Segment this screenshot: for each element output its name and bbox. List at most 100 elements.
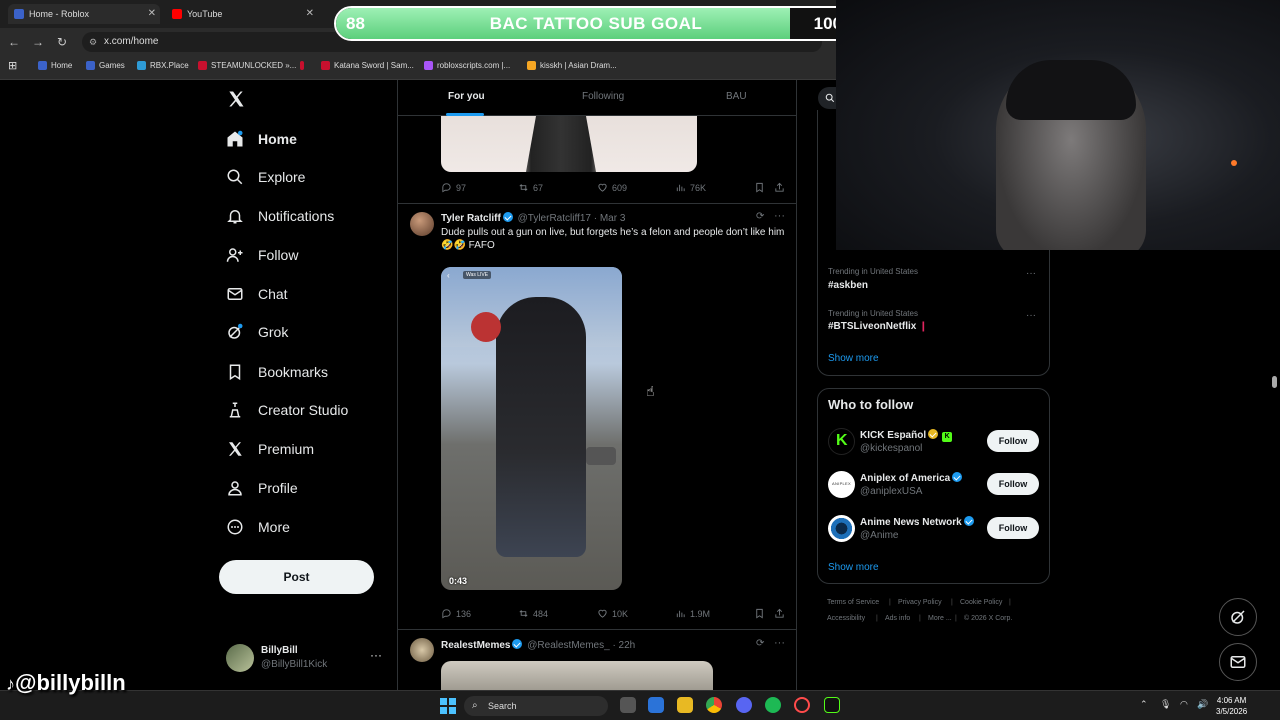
nav-explore[interactable]: Explore	[226, 165, 305, 189]
tab-following[interactable]: Following	[582, 91, 624, 102]
nav-home[interactable]: Home	[226, 127, 297, 151]
nav-follow[interactable]: Follow	[226, 243, 298, 267]
views-button[interactable]: 1.9M	[675, 608, 710, 619]
follow-button[interactable]: Follow	[987, 430, 1039, 452]
author-name[interactable]: RealestMemes	[441, 640, 510, 651]
chevron-up-icon[interactable]: ⌃	[1140, 699, 1148, 710]
reload-icon[interactable]: ↻	[53, 33, 71, 51]
grok-icon[interactable]: ⟳	[756, 638, 764, 649]
footer-terms-link[interactable]: Terms of Service	[827, 599, 879, 606]
suggestion-name[interactable]: KICK Español K	[860, 429, 953, 442]
share-button[interactable]	[774, 608, 785, 619]
repost-button[interactable]: 484	[518, 608, 548, 619]
volume-icon[interactable]: 🔊	[1197, 699, 1208, 710]
taskbar-search[interactable]: ⌕ Search	[464, 696, 608, 716]
opera-icon[interactable]	[794, 697, 810, 713]
show-more-follow-link[interactable]: Show more	[828, 562, 879, 573]
nav-premium[interactable]: Premium	[226, 437, 314, 461]
nav-creator-studio[interactable]: Creator Studio	[226, 398, 348, 422]
reply-button[interactable]: 136	[441, 608, 471, 619]
tab-for-you[interactable]: For you	[448, 91, 485, 102]
footer-accessibility-link[interactable]: Accessibility	[827, 615, 865, 622]
windows-start-icon[interactable]	[440, 698, 456, 714]
footer-cookie-link[interactable]: Cookie Policy	[960, 599, 1002, 606]
more-dots-icon[interactable]: ···	[774, 637, 785, 649]
app-icon[interactable]	[824, 697, 840, 713]
app-icon[interactable]	[648, 697, 664, 713]
repost-button[interactable]: 67	[518, 182, 543, 193]
nav-grok[interactable]: Grok	[226, 320, 288, 344]
tweet-video[interactable]: ‹ Was LIVE 0:43	[441, 267, 622, 590]
like-button[interactable]: 10K	[597, 608, 628, 619]
close-icon[interactable]: ✕	[306, 8, 314, 19]
file-explorer-icon[interactable]	[677, 697, 693, 713]
share-button[interactable]	[774, 182, 785, 193]
bookmark-spacer[interactable]	[300, 61, 304, 70]
author-handle[interactable]: @TylerRatcliff17	[518, 213, 591, 224]
follow-button[interactable]: Follow	[987, 517, 1039, 539]
bookmark-steamunlocked[interactable]: STEAMUNLOCKED »...	[198, 61, 296, 70]
search-field[interactable]	[818, 87, 838, 109]
more-dots-icon[interactable]: ···	[1026, 268, 1036, 279]
bookmark-button[interactable]	[754, 608, 765, 619]
task-view-icon[interactable]	[620, 697, 636, 713]
nav-profile[interactable]: Profile	[226, 476, 298, 500]
wifi-icon[interactable]: ◠	[1180, 699, 1188, 710]
microphone-icon[interactable]: 🎙	[1160, 699, 1171, 710]
trend-name[interactable]: #askben	[828, 280, 868, 291]
discord-icon[interactable]	[736, 697, 752, 713]
bookmark-games[interactable]: Games	[86, 61, 125, 70]
suggestion-name[interactable]: Aniplex of America	[860, 472, 964, 484]
nav-notifications[interactable]: Notifications	[226, 204, 334, 228]
site-info-icon[interactable]: ⚙	[89, 32, 97, 52]
views-button[interactable]: 76K	[675, 182, 706, 193]
chrome-icon[interactable]	[706, 697, 722, 713]
follow-button[interactable]: Follow	[987, 473, 1039, 495]
tab-roblox[interactable]: Home - Roblox ✕	[8, 4, 160, 24]
back-icon[interactable]: ←	[5, 33, 23, 51]
messages-fab[interactable]	[1219, 643, 1257, 681]
nav-bookmarks[interactable]: Bookmarks	[226, 360, 328, 384]
suggestion-name[interactable]: Anime News Network	[860, 516, 976, 528]
tab-bau[interactable]: BAU	[726, 91, 747, 102]
close-icon[interactable]: ✕	[148, 8, 156, 19]
author-handle[interactable]: @RealestMemes_	[527, 640, 609, 651]
bookmark-button[interactable]	[754, 182, 765, 193]
author-name[interactable]: Tyler Ratcliff	[441, 213, 501, 224]
clock[interactable]: 4:06 AM 3/5/2026	[1216, 695, 1247, 717]
scrollbar-thumb[interactable]	[1272, 376, 1277, 388]
tweet-image[interactable]	[441, 661, 713, 690]
footer-ads-link[interactable]: Ads info	[885, 615, 910, 622]
post-button[interactable]: Post	[219, 560, 374, 594]
more-dots-icon[interactable]: ···	[370, 648, 382, 662]
like-button[interactable]: 609	[597, 182, 627, 193]
tweet-date[interactable]: · Mar 3	[594, 213, 626, 224]
bookmark-katana[interactable]: Katana Sword | Sam...	[321, 61, 414, 70]
footer-privacy-link[interactable]: Privacy Policy	[898, 599, 942, 606]
x-logo-icon[interactable]	[226, 89, 246, 109]
more-dots-icon[interactable]: ···	[1026, 310, 1036, 321]
tweet-date[interactable]: · 22h	[612, 640, 635, 651]
footer-more-link[interactable]: More ...	[928, 615, 952, 622]
forward-icon[interactable]: →	[29, 33, 47, 51]
apps-grid-icon[interactable]: ⊞	[8, 59, 17, 72]
avatar[interactable]	[410, 212, 434, 236]
bookmark-rbxplace[interactable]: RBX.Place	[137, 61, 189, 70]
account-switcher[interactable]: BillyBill @BillyBill1Kick ···	[226, 642, 386, 676]
bookmark-kisskh[interactable]: kisskh | Asian Dram...	[527, 61, 617, 70]
tab-youtube[interactable]: YouTube ✕	[166, 4, 318, 24]
more-dots-icon[interactable]: ···	[774, 210, 785, 222]
reply-button[interactable]: 97	[441, 182, 466, 193]
nav-chat[interactable]: Chat	[226, 282, 288, 306]
grok-fab[interactable]	[1219, 598, 1257, 636]
grok-icon[interactable]: ⟳	[756, 211, 764, 222]
tweet-image[interactable]	[441, 116, 697, 172]
trend-name[interactable]: #BTSLiveonNetflix ❙	[828, 321, 928, 332]
bookmark-robloxscripts[interactable]: robloxscripts.com |...	[424, 61, 510, 70]
footer-separator: |	[919, 615, 921, 622]
spotify-icon[interactable]	[765, 697, 781, 713]
bookmark-home[interactable]: Home	[38, 61, 72, 70]
nav-more[interactable]: More	[226, 515, 290, 539]
avatar[interactable]	[410, 638, 434, 662]
show-more-trends-link[interactable]: Show more	[828, 353, 879, 364]
